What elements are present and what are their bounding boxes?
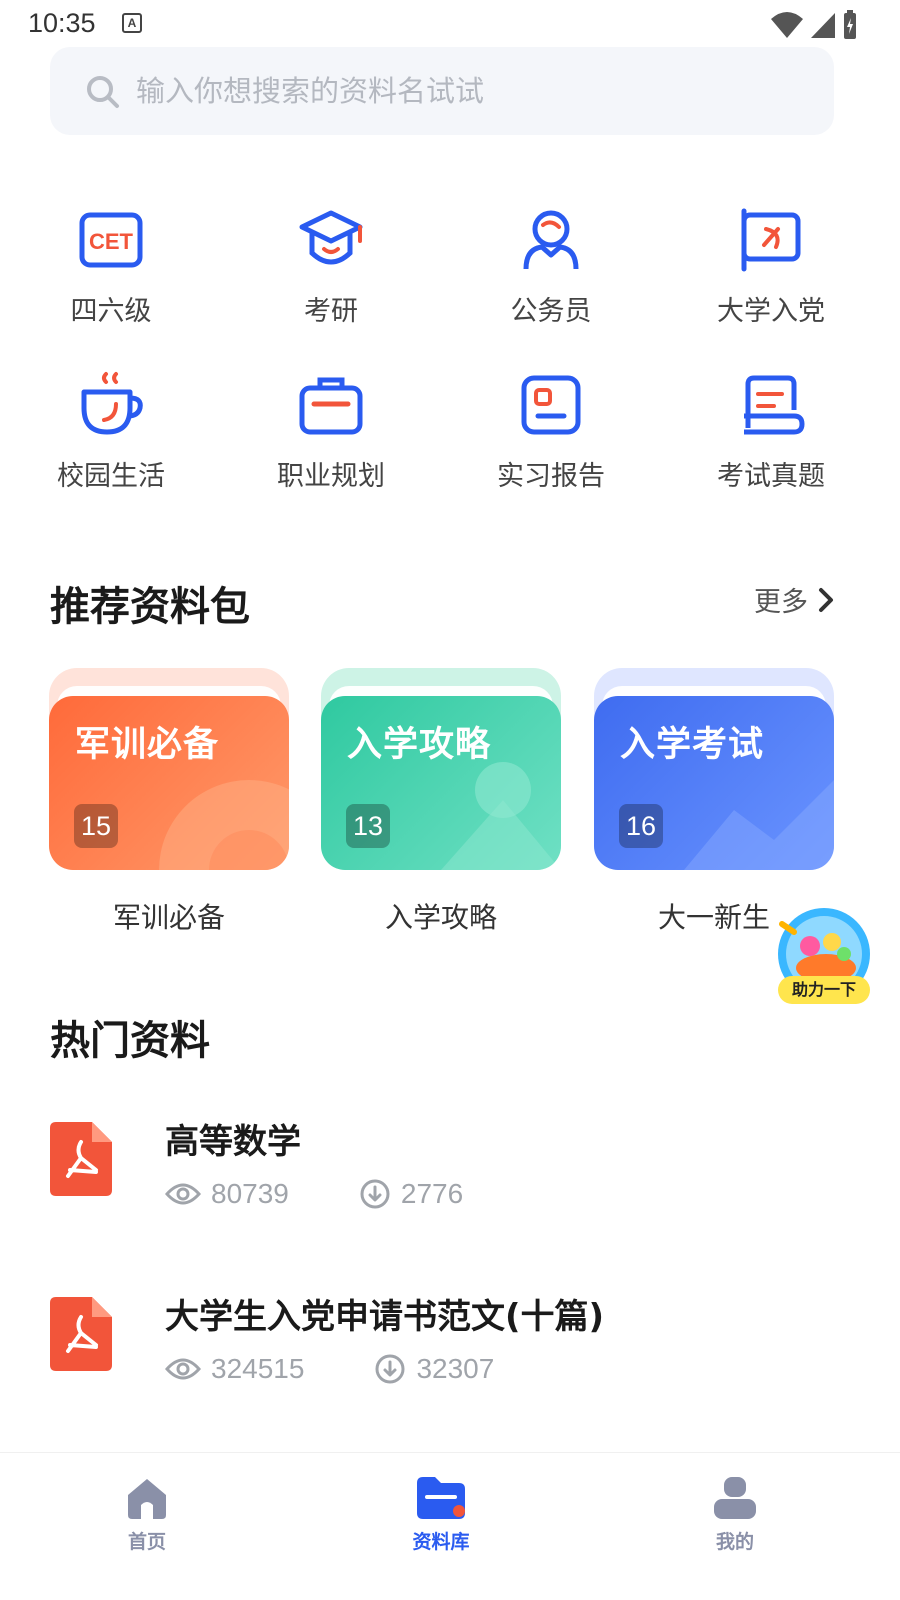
pack-count: 13	[346, 804, 390, 848]
chevron-right-icon	[819, 587, 833, 612]
cell-signal-icon	[811, 13, 835, 38]
views-stat: 80739	[165, 1178, 289, 1210]
views-stat: 324515	[165, 1353, 304, 1385]
doc-stats: 80739 2776	[165, 1178, 463, 1210]
doc-title: 大学生入党申请书范文(十篇)	[165, 1297, 605, 1337]
report-card-icon	[521, 375, 581, 435]
boost-label: 助力一下	[778, 976, 870, 1004]
nav-library[interactable]: 资料库	[381, 1475, 501, 1554]
search-input[interactable]	[136, 47, 796, 135]
pack-folder-front: 入学攻略 13	[321, 696, 561, 870]
category-cet[interactable]: CET 四六级	[21, 205, 201, 328]
person-icon	[523, 210, 579, 270]
pdf-file-icon	[50, 1122, 112, 1196]
eye-icon	[165, 1358, 201, 1380]
hot-doc-item[interactable]: 高等数学 80739 2776	[48, 1120, 848, 1240]
doc-stats: 324515 32307	[165, 1353, 494, 1385]
category-label: 职业规划	[277, 461, 385, 492]
exam-paper-icon	[744, 375, 805, 435]
download-icon	[360, 1179, 390, 1209]
nav-label: 我的	[715, 1531, 754, 1553]
battery-icon	[844, 10, 856, 39]
eye-icon	[165, 1183, 201, 1205]
pack-decoration	[684, 780, 834, 870]
nav-label: 首页	[127, 1531, 166, 1553]
home-icon	[128, 1479, 166, 1519]
search-icon	[87, 76, 119, 108]
category-label: 四六级	[70, 296, 152, 327]
wifi-icon	[771, 12, 803, 38]
doc-title: 高等数学	[165, 1122, 301, 1162]
category-internship[interactable]: 实习报告	[461, 370, 641, 493]
downloads-stat: 32307	[374, 1353, 494, 1385]
pack-title: 入学攻略	[347, 725, 492, 765]
pack-decoration	[159, 780, 289, 870]
cet-icon-text: CET	[89, 229, 134, 254]
pack-title: 入学考试	[620, 725, 765, 765]
pack-caption: 军训必备	[112, 901, 225, 934]
pack-decoration	[441, 762, 561, 870]
status-time: 10:35	[28, 8, 96, 38]
boost-float-button[interactable]: 助力一下	[774, 906, 874, 1006]
graduation-cap-icon	[299, 210, 363, 265]
more-label: 更多	[754, 587, 808, 618]
category-label: 公务员	[510, 296, 592, 327]
pack-caption: 入学攻略	[384, 901, 497, 934]
views-count: 324515	[211, 1353, 305, 1384]
user-icon	[714, 1477, 756, 1519]
downloads-count: 32307	[416, 1353, 495, 1384]
downloads-stat: 2776	[359, 1178, 463, 1210]
bottom-nav: 首页 资料库 我的	[0, 1452, 900, 1600]
recommend-title: 推荐资料包	[50, 584, 250, 630]
status-bar: 10:35 A	[0, 0, 900, 48]
pack-title: 军训必备	[75, 725, 220, 765]
category-party[interactable]: 大学入党	[681, 205, 861, 328]
status-icons	[770, 10, 858, 40]
more-link[interactable]: 更多	[754, 580, 834, 619]
category-campus-life[interactable]: 校园生活	[21, 370, 201, 493]
category-label: 考试真题	[717, 461, 825, 492]
category-label: 大学入党	[717, 296, 825, 327]
search-bar[interactable]	[50, 47, 834, 135]
category-career[interactable]: 职业规划	[241, 370, 421, 493]
notification-a-icon: A	[122, 13, 142, 33]
pack-folder-front: 入学考试 16	[594, 696, 834, 870]
category-label: 考研	[304, 296, 358, 327]
category-exam-papers[interactable]: 考试真题	[681, 370, 861, 493]
pdf-file-icon	[50, 1297, 112, 1371]
folder-icon	[417, 1477, 465, 1519]
party-flag-icon	[741, 208, 801, 272]
pack-folder-front: 军训必备 15	[49, 696, 289, 870]
category-label: 校园生活	[57, 461, 165, 492]
nav-profile[interactable]: 我的	[675, 1475, 795, 1554]
nav-label: 资料库	[412, 1531, 470, 1553]
hot-title: 热门资料	[50, 1018, 210, 1064]
category-kaoyan[interactable]: 考研	[241, 205, 421, 328]
downloads-count: 2776	[400, 1178, 464, 1209]
cet-icon: CET	[79, 212, 143, 268]
pack-count: 15	[74, 804, 118, 848]
download-icon	[375, 1354, 405, 1384]
hot-doc-item[interactable]: 大学生入党申请书范文(十篇) 324515 32307	[48, 1295, 848, 1415]
nav-home[interactable]: 首页	[87, 1475, 207, 1554]
category-label: 实习报告	[497, 461, 605, 492]
views-count: 80739	[211, 1178, 289, 1209]
coffee-cup-icon	[81, 372, 143, 435]
category-civil-servant[interactable]: 公务员	[461, 205, 641, 328]
briefcase-icon	[299, 377, 363, 435]
pack-count: 16	[619, 804, 663, 848]
